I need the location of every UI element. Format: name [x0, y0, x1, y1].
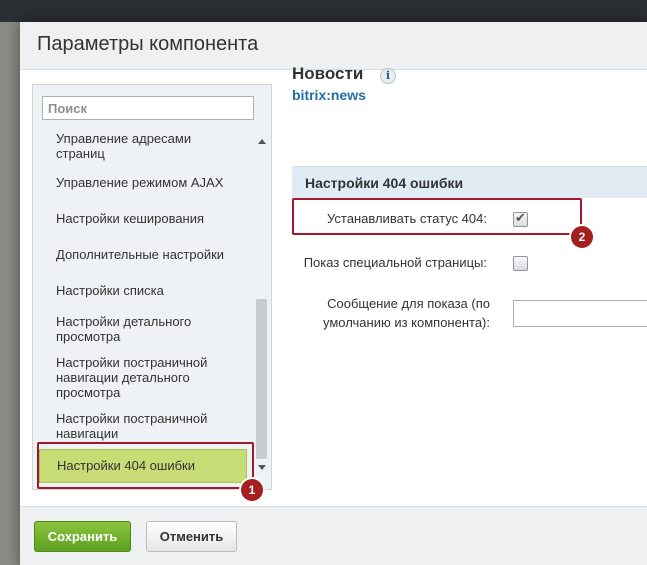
show-special-page-label: Показ специальной страницы:	[303, 255, 487, 270]
dialog-footer: Сохранить Отменить	[20, 506, 647, 565]
info-icon[interactable]: i	[380, 68, 396, 84]
save-button[interactable]: Сохранить	[34, 521, 131, 552]
dialog-title: Параметры компонента	[37, 33, 259, 55]
message-input[interactable]	[513, 300, 647, 327]
search-input[interactable]	[42, 96, 254, 120]
search-area	[33, 85, 271, 129]
dialog-body: Управление адресами страниц Управление р…	[20, 70, 647, 506]
component-parameters-dialog: Параметры компонента Управление адресами…	[20, 22, 647, 565]
annotation-badge-1: 1	[241, 479, 263, 501]
cancel-button[interactable]: Отменить	[146, 521, 237, 552]
scroll-down-icon[interactable]	[258, 465, 266, 470]
sidebar-item-additional[interactable]: Дополнительные настройки	[39, 247, 247, 262]
scroll-up-icon[interactable]	[258, 139, 266, 144]
sidebar-item-url-management[interactable]: Управление адресами страниц	[39, 131, 219, 161]
annotation-box-1	[37, 442, 254, 489]
sidebar-item-ajax-mode[interactable]: Управление режимом AJAX	[39, 175, 247, 190]
dialog-header: Параметры компонента	[20, 22, 647, 70]
message-label: Сообщение для показа (по умолчанию из ко…	[322, 296, 490, 330]
scroll-thumb[interactable]	[256, 299, 267, 459]
sidebar-item-pagination[interactable]: Настройки постраничной навигации	[39, 411, 219, 441]
section-header: Настройки 404 ошибки	[292, 166, 647, 198]
sidebar-item-caching[interactable]: Настройки кеширования	[39, 211, 247, 226]
section-title: Настройки 404 ошибки	[305, 175, 464, 191]
show-special-page-checkbox[interactable]	[513, 256, 528, 271]
sidebar-item-list[interactable]: Настройки списка	[39, 283, 247, 298]
component-title: Новости	[292, 64, 364, 83]
background-topbar	[0, 0, 647, 22]
sidebar-item-detail-pagination[interactable]: Настройки постраничной навигации детальн…	[39, 355, 219, 400]
settings-list: Управление адресами страниц Управление р…	[33, 129, 271, 489]
annotation-badge-2: 2	[571, 226, 593, 248]
sidebar-scrollbar[interactable]	[255, 139, 268, 489]
settings-sidebar: Управление адресами страниц Управление р…	[32, 84, 272, 490]
annotation-box-2	[292, 198, 582, 235]
component-code: bitrix:news	[292, 87, 366, 103]
sidebar-item-detail-view[interactable]: Настройки детального просмотра	[39, 314, 209, 344]
